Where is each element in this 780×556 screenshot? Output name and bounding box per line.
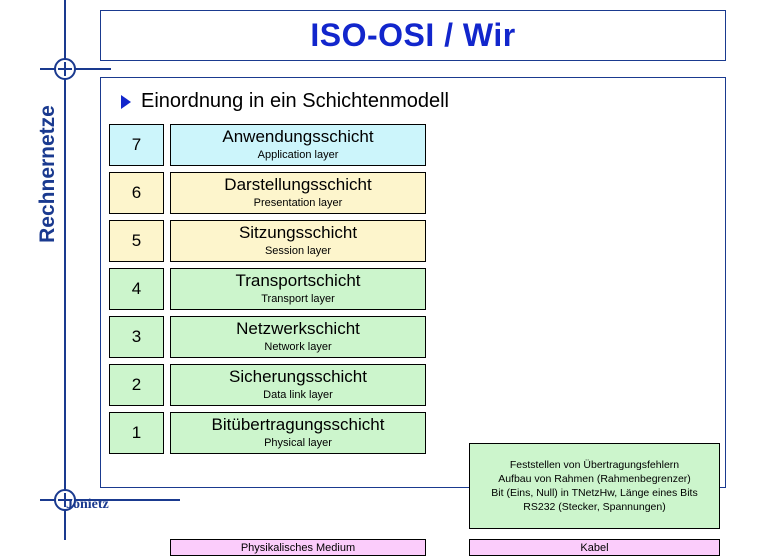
osi-layer-body: Bitübertragungsschicht Physical layer — [170, 412, 426, 454]
osi-layer-number: 2 — [109, 364, 164, 406]
slide-title: ISO-OSI / Wir — [310, 17, 516, 53]
osi-layer-number: 4 — [109, 268, 164, 310]
osi-layer-body: Sitzungsschicht Session layer — [170, 220, 426, 262]
osi-layer-name-en: Network layer — [264, 341, 332, 353]
osi-layer-name-en: Presentation layer — [253, 197, 343, 209]
osi-layer-body: Transportschicht Transport layer — [170, 268, 426, 310]
cable-label: Kabel — [580, 541, 609, 554]
bullet-triangle-icon — [121, 94, 131, 109]
osi-layer-number: 1 — [109, 412, 164, 454]
osi-layer-name-en: Physical layer — [264, 437, 332, 449]
annotation-note-line: Aufbau von Rahmen (Rahmenbegrenzer) — [498, 473, 691, 485]
cable-bar: Kabel — [469, 539, 720, 556]
slide-title-box: ISO-OSI / Wir — [100, 10, 726, 61]
annotation-note-line: Feststellen von Übertragungsfehlern — [509, 459, 680, 471]
osi-layer-body: Netzwerkschicht Network layer — [170, 316, 426, 358]
physical-medium-bar: Physikalisches Medium — [170, 539, 426, 556]
osi-layer-name-de: Sicherungsschicht — [229, 367, 367, 386]
osi-layer-name-en: Session layer — [264, 245, 332, 257]
osi-layer-number: 6 — [109, 172, 164, 214]
annotation-note-box: Feststellen von Übertragungsfehlern Aufba… — [469, 443, 720, 529]
osi-layer-name-de: Darstellungsschicht — [224, 175, 372, 194]
osi-layer-name-en: Data link layer — [263, 389, 333, 401]
annotation-note-line: Bit (Eins, Null) in TNetzHw, Länge eines… — [491, 487, 698, 499]
slide-content-panel: Einordnung in ein Schichtenmodell 7 Anwen… — [100, 77, 726, 556]
content-heading-row: Einordnung in ein Schichtenmodell — [121, 90, 449, 113]
osi-layer-body: Sicherungsschicht Data link layer — [170, 364, 426, 406]
osi-layer-name-de: Netzwerkschicht — [236, 319, 360, 338]
osi-layer-body: Anwendungsschicht Application layer — [170, 124, 426, 166]
osi-layer-name-en: Application layer — [257, 149, 339, 161]
osi-layer-name-en: Transport layer — [261, 293, 335, 305]
physical-medium-label: Physikalisches Medium — [240, 541, 356, 554]
annotation-note-line: RS232 (Stecker, Spannungen) — [523, 501, 666, 513]
osi-layer-number: 3 — [109, 316, 164, 358]
osi-layer-name-de: Anwendungsschicht — [222, 127, 374, 146]
sidebar-vertical-rule — [64, 0, 66, 540]
osi-layer-name-de: Transportschicht — [235, 271, 361, 290]
osi-layer-number: 5 — [109, 220, 164, 262]
osi-layer-body: Darstellungsschicht Presentation layer — [170, 172, 426, 214]
content-heading: Einordnung in ein Schichtenmodell — [141, 90, 449, 112]
osi-layer-name-de: Sitzungsschicht — [238, 223, 358, 242]
osi-layer-name-de: Bitübertragungsschicht — [211, 415, 385, 434]
crosshair-top-icon — [54, 58, 76, 80]
sidebar-vertical-label: Rechnernetze — [36, 105, 59, 243]
footer-author: Jonietz — [66, 497, 109, 512]
osi-layer-number: 7 — [109, 124, 164, 166]
